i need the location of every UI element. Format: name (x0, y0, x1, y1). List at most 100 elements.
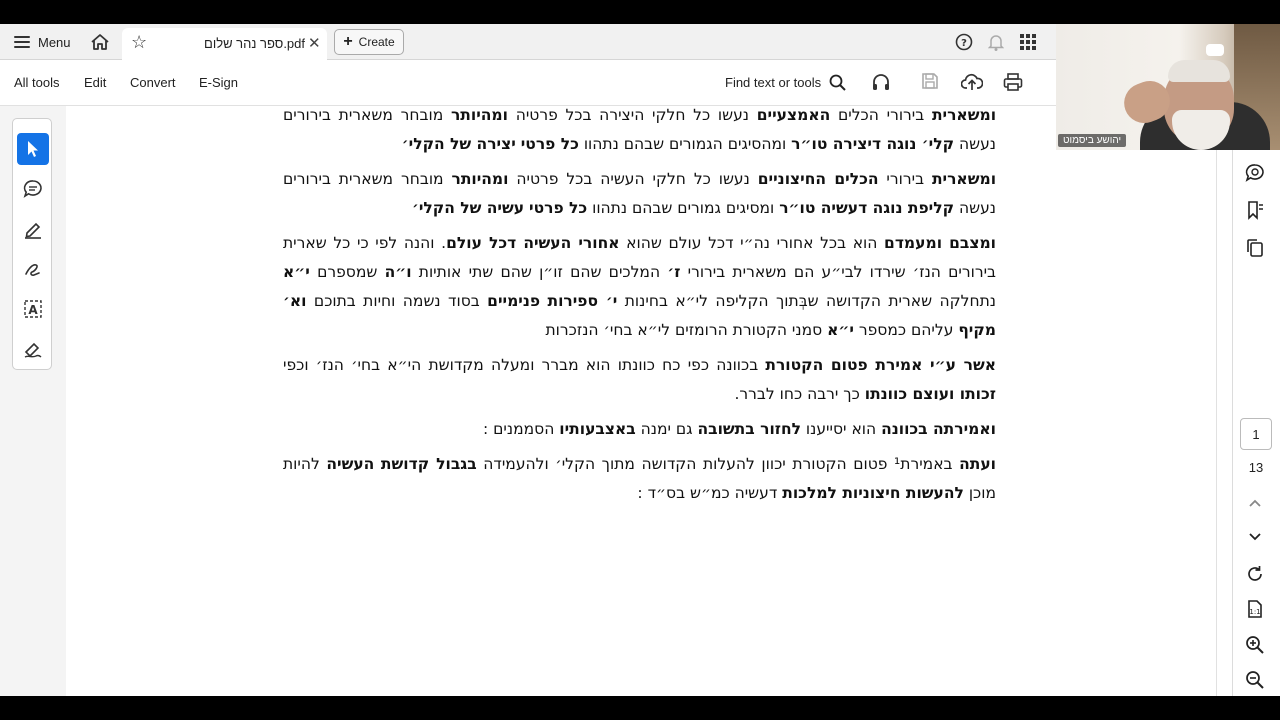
bold-text: ומהיותר (450, 106, 508, 124)
document-line: ומשארית בירורי הכלים החיצוניים נעשו כל ח… (401, 170, 996, 188)
text-box-tool-button[interactable]: A (17, 293, 49, 325)
document-line: בחי׳ הנזכרות (546, 321, 633, 339)
bold-text: ומהיותר (451, 170, 509, 188)
document-line: ואמירתה בכוונה הוא יסייענו לחזור בתשובה … (483, 420, 996, 438)
zoom-out-icon[interactable] (1245, 670, 1265, 695)
chevron-down-icon[interactable] (1245, 527, 1265, 550)
document-tab-title: ספר נהר שלום.pdf (204, 36, 305, 51)
bold-text: קליפת נוגה דעשיה טו״ר (779, 199, 955, 217)
bold-text: ומצבם ומעמדם (884, 234, 996, 252)
sign-tool-button[interactable] (17, 333, 49, 365)
document-paragraph: ומשארית בירורי הכלים האמצעיים נעשו כל חל… (283, 101, 996, 159)
find-label: Find text or tools (725, 75, 822, 90)
main-toolbar: All tools Edit Convert E-Sign Find text … (0, 60, 1056, 106)
quick-tools-panel: A (12, 118, 52, 370)
create-button[interactable]: + Create (334, 29, 404, 55)
document-line: ומצבם ומעמדם הוא בכל אחורי נה״י דכל עולם… (357, 234, 996, 252)
document-line: עשיה של הקלי׳ (412, 199, 524, 217)
select-tool-button[interactable] (17, 133, 49, 165)
bold-text: בגבול קדושת (380, 455, 477, 473)
star-icon[interactable]: ☆ (131, 24, 147, 60)
text-run: המלכים שהם זו״ן שהם שתי (468, 263, 668, 281)
bold-text: ועתה (959, 455, 996, 473)
headphones-icon[interactable] (871, 72, 891, 97)
text-run: שמספרם (309, 263, 385, 281)
text-run: . והנה לפי כי (357, 234, 447, 252)
scrollbar-track[interactable] (1232, 106, 1233, 696)
text-run: הוא בכל אחורי נה״י דכל עולם שהוא (619, 234, 885, 252)
document-tab[interactable]: ספר נהר שלום.pdf ✕ (122, 28, 327, 60)
document-line: אשר ע״י אמירת פטום הקטורת בכוונה כפי כח … (351, 356, 996, 374)
text-run: מובחר (400, 106, 451, 124)
copy-pages-icon[interactable] (1245, 238, 1265, 263)
video-call-overlay[interactable]: יהושע ביסמוט (1056, 24, 1280, 150)
current-page-input[interactable]: 1 (1240, 418, 1272, 450)
text-run: הסממנים : (483, 420, 560, 438)
document-text: ומשארית בירורי הכלים האמצעיים נעשו כל חל… (283, 101, 996, 514)
svg-text:1:1: 1:1 (1249, 608, 1260, 616)
menu-label: Menu (38, 34, 71, 50)
bold-text: להעשות חיצוניות למלכות (782, 484, 964, 502)
comment-icon (23, 180, 42, 198)
document-paragraph: ומשארית בירורי הכלים החיצוניים נעשו כל ח… (283, 165, 996, 223)
bold-text: הכלים החיצוניים (757, 170, 879, 188)
edit-button[interactable]: Edit (84, 75, 106, 90)
zoom-in-icon[interactable] (1245, 635, 1265, 660)
video-lamp (1206, 44, 1224, 56)
bold-text: י׳ ספירות (547, 292, 618, 310)
document-paragraph: ועתה באמירת¹ פטום הקטורת יכוון להעלות הק… (283, 450, 996, 508)
document-line: ומשארית בירורי הכלים האמצעיים נעשו כל חל… (401, 106, 996, 124)
notification-bell-icon[interactable] (988, 24, 1004, 60)
esign-button[interactable]: E-Sign (199, 75, 238, 90)
text-run: באמירת¹ פטום הקטורת יכוון להעלות הקדושה … (476, 455, 960, 473)
apps-grid-icon[interactable] (1020, 24, 1036, 60)
all-tools-button[interactable]: All tools (14, 75, 60, 90)
draw-tool-button[interactable] (17, 253, 49, 285)
bold-text: קלי׳ נוגה דיצירה טו״ר (791, 135, 955, 153)
bold-text: ז׳ (667, 263, 681, 281)
bold-text: עשיה של הקלי׳ (411, 199, 525, 217)
bold-text: אשר ע״י אמירת פטום הקטורת (765, 356, 996, 374)
video-person-hair (1168, 60, 1230, 82)
bold-text: כל פרטי (520, 135, 579, 153)
hamburger-icon (14, 36, 30, 48)
help-icon[interactable]: ? (955, 24, 973, 60)
save-icon[interactable] (921, 72, 939, 95)
refresh-icon[interactable] (1245, 564, 1265, 589)
find-text-or-tools-button[interactable]: Find text or tools (725, 74, 846, 91)
top-black-bar (0, 0, 1280, 24)
bookmark-icon[interactable] (1245, 200, 1265, 225)
acrobat-window: Menu ספר נהר שלום.pdf ✕ ☆ + Create ? All… (0, 0, 1280, 720)
cursor-arrow-icon (28, 141, 38, 157)
pen-icon (25, 222, 41, 239)
cloud-upload-icon[interactable] (960, 72, 984, 97)
bold-text: י״א (283, 263, 310, 281)
text-run: נתחלקה שארית הקדושה שבְּתוך הקליפה לי״א … (617, 292, 996, 310)
chevron-up-icon[interactable] (1245, 495, 1265, 518)
text-run: מובחר (400, 170, 452, 188)
bold-text: האמצעיים (756, 106, 831, 124)
create-label: Create (358, 35, 395, 49)
comment-tool-button[interactable] (17, 173, 49, 205)
text-run: בירורי (878, 170, 932, 188)
document-line: יצירה של הקלי׳ (402, 135, 516, 153)
freehand-draw-icon (25, 264, 40, 276)
home-icon (91, 34, 109, 50)
home-button[interactable] (90, 24, 110, 60)
svg-text:?: ? (961, 38, 967, 49)
close-tab-icon[interactable]: ✕ (308, 34, 321, 52)
svg-text:A: A (28, 303, 38, 317)
text-run: בסוד נשמה וחיות בתוכם (306, 292, 488, 310)
text-run: בירורי הכלים (830, 106, 932, 124)
ai-assistant-icon[interactable] (1245, 163, 1265, 188)
highlight-tool-button[interactable] (17, 213, 49, 245)
menu-button[interactable]: Menu (14, 24, 71, 60)
document-paragraph: אשר ע״י אמירת פטום הקטורת בכוונה כפי כח … (283, 351, 996, 409)
convert-button[interactable]: Convert (130, 75, 176, 90)
bold-text: כל פרטי (529, 199, 588, 217)
text-run: נעשו כל חלקי העשיה בכל פרטיה (508, 170, 758, 188)
page-fit-icon[interactable]: 1:1 (1245, 599, 1265, 624)
print-icon[interactable] (1003, 72, 1023, 97)
text-run: ומסיגים גמורים שבהם נתהוו (587, 199, 780, 217)
text-run: עליהם כמספר (853, 321, 959, 339)
